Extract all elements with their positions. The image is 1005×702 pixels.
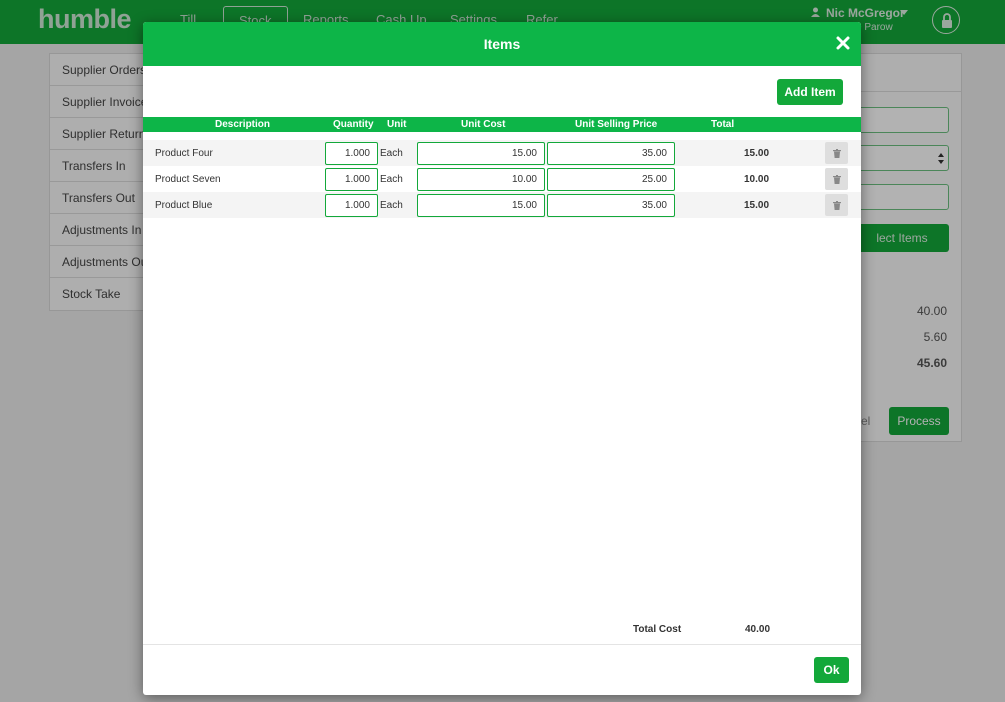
table-row: Product Four Each 15.00 (143, 140, 861, 166)
trash-icon (832, 174, 841, 184)
row-unit: Each (380, 174, 403, 185)
modal-footer-divider (143, 644, 861, 645)
row-total: 15.00 (744, 200, 770, 211)
column-header-quantity: Quantity (333, 119, 374, 130)
close-icon (836, 36, 850, 50)
table-row: Product Seven Each 10.00 (143, 166, 861, 192)
unit-selling-price-input[interactable] (547, 142, 675, 165)
items-table-body: Product Four Each 15.00 Product Seven Ea… (143, 140, 861, 218)
unit-selling-price-input[interactable] (547, 194, 675, 217)
table-row: Product Blue Each 15.00 (143, 192, 861, 218)
items-table-header: Description Quantity Unit Unit Cost Unit… (143, 117, 861, 132)
trash-icon (832, 200, 841, 210)
unit-cost-input[interactable] (417, 194, 545, 217)
total-cost-value: 40.00 (745, 624, 771, 635)
unit-cost-input[interactable] (417, 142, 545, 165)
modal-header: Items (143, 22, 861, 66)
quantity-input[interactable] (325, 168, 378, 191)
row-description: Product Four (155, 148, 213, 159)
row-description: Product Blue (155, 200, 213, 211)
column-header-unit: Unit (387, 119, 407, 130)
row-unit: Each (380, 200, 403, 211)
trash-icon (832, 148, 841, 158)
total-cost-label: Total Cost (633, 624, 682, 635)
row-unit: Each (380, 148, 403, 159)
column-header-total: Total (711, 119, 735, 130)
close-button[interactable] (835, 33, 851, 53)
unit-cost-input[interactable] (417, 168, 545, 191)
row-total: 10.00 (744, 174, 770, 185)
row-description: Product Seven (155, 174, 221, 185)
delete-row-button[interactable] (825, 168, 848, 190)
items-modal: Items Add Item Description Quantity Unit… (143, 22, 861, 695)
quantity-input[interactable] (325, 194, 378, 217)
column-header-description: Description (215, 119, 271, 130)
unit-selling-price-input[interactable] (547, 168, 675, 191)
delete-row-button[interactable] (825, 142, 848, 164)
column-header-unit-selling-price: Unit Selling Price (575, 119, 658, 130)
delete-row-button[interactable] (825, 194, 848, 216)
modal-title: Items (483, 36, 521, 52)
quantity-input[interactable] (325, 142, 378, 165)
add-item-button[interactable]: Add Item (777, 79, 843, 105)
ok-button[interactable]: Ok (814, 657, 849, 683)
row-total: 15.00 (744, 148, 770, 159)
column-header-unit-cost: Unit Cost (461, 119, 506, 130)
